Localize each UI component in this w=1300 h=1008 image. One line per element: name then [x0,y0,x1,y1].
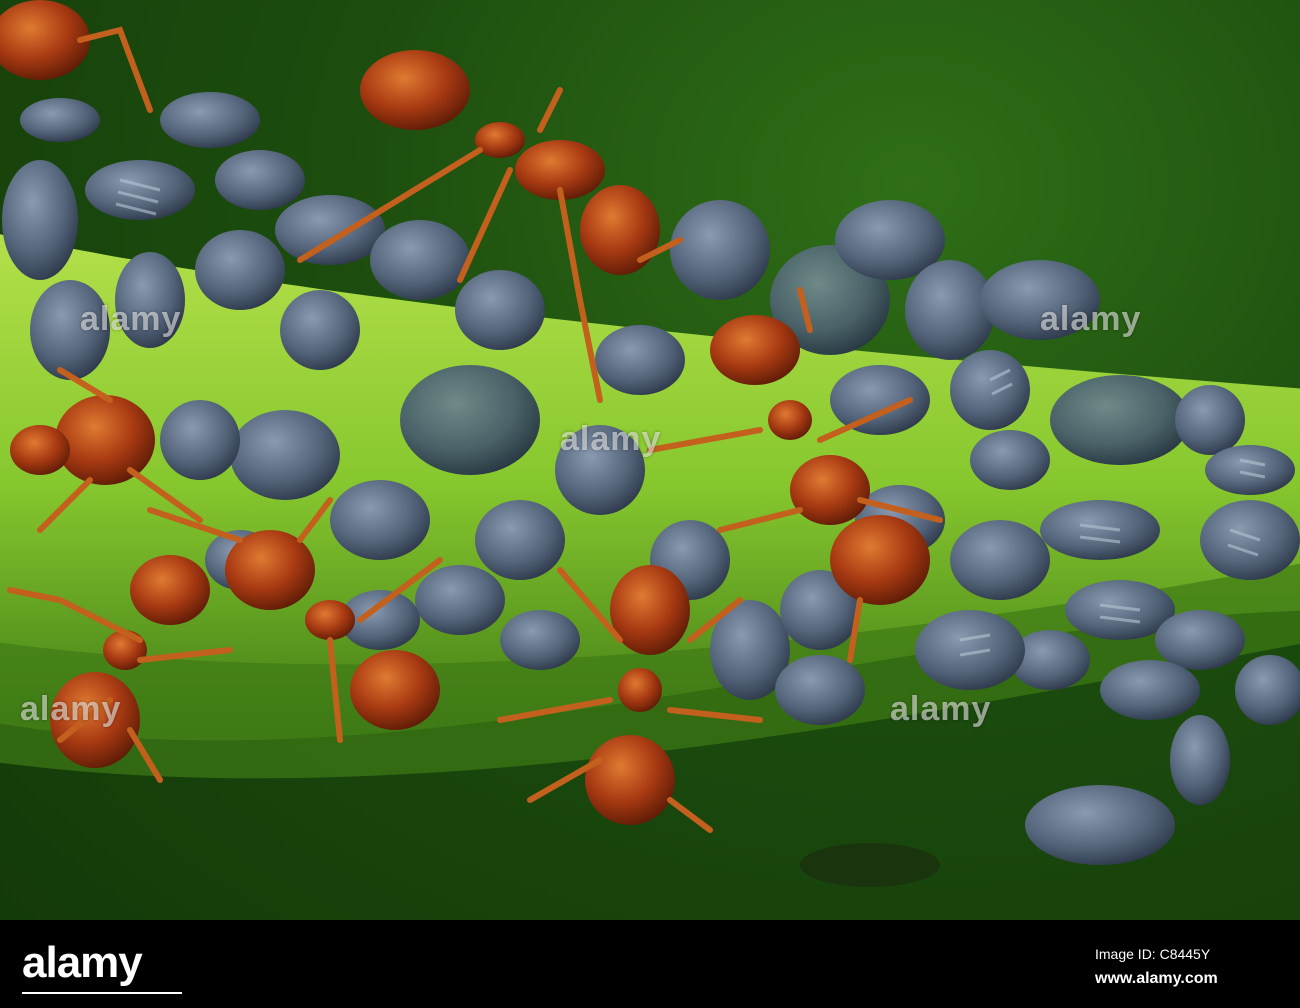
ant-top-left [0,0,153,113]
alamy-logo[interactable]: alamy [22,938,143,988]
watermark-text: alamy [20,690,122,728]
photo: alamy alamy alamy alamy alamy [0,0,1300,920]
watermark-text: alamy [1040,300,1142,338]
image-id: Image ID: C8445Y [1095,946,1211,962]
footer-bar: alamy Image ID: C8445Y www.alamy.com [0,920,1300,1008]
watermark-text: alamy [890,690,992,728]
watermark-text: alamy [80,300,182,338]
aphid-shadow [800,843,940,887]
watermark-text: alamy [560,420,662,458]
site-url-link[interactable]: www.alamy.com [1095,970,1218,988]
logo-underline [22,992,182,994]
ants-and-aphids-scene [0,0,1300,887]
